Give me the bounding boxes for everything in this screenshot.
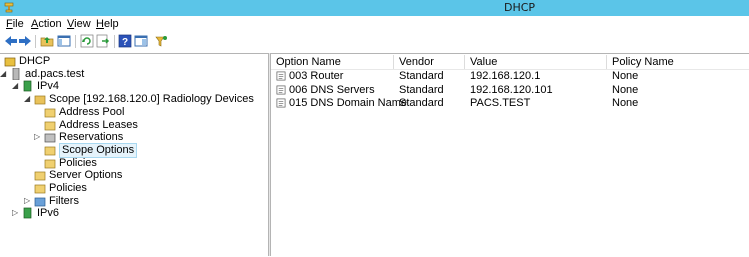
forward-arrow-icon[interactable] xyxy=(18,34,32,48)
scope-options-icon xyxy=(44,146,56,156)
column-header-vendor[interactable]: Vendor xyxy=(394,55,465,69)
column-header-policy-name[interactable]: Policy Name xyxy=(607,55,749,69)
option-icon xyxy=(276,71,286,81)
tree-item-scope-192-168-120-0-radiology-devices[interactable]: ◢ Scope [192.168.120.0] Radiology Devices xyxy=(24,93,284,106)
window-title: DHCP xyxy=(503,1,536,14)
show-hide-tree-icon[interactable] xyxy=(57,34,71,48)
ipv6-icon xyxy=(23,208,32,219)
export-list-icon[interactable] xyxy=(96,34,110,48)
filter-icon[interactable] xyxy=(154,34,168,48)
cell-option-name: 003 Router xyxy=(289,70,344,82)
table-row[interactable]: 003 Router Standard 192.168.120.1 None xyxy=(271,70,749,83)
tree-item-label: Policies xyxy=(59,156,97,169)
tree-item-label: Scope [192.168.120.0] Radiology Devices xyxy=(49,93,254,106)
cell-vendor: Standard xyxy=(399,83,444,96)
tree-item-policies[interactable]: Policies xyxy=(34,182,284,195)
menu-view[interactable]: View xyxy=(67,18,91,30)
svg-text:?: ? xyxy=(122,37,128,48)
tree-item-label: IPv6 xyxy=(37,207,60,220)
cell-policy-name: None xyxy=(612,70,639,82)
policies-icon xyxy=(44,159,56,168)
tree-item-ad-pacs-test[interactable]: ◢ ad.pacs.test xyxy=(0,67,260,81)
tree-item-label: DHCP xyxy=(19,55,51,67)
menu-help[interactable]: Help xyxy=(96,18,119,30)
cell-vendor: Standard xyxy=(399,70,444,82)
refresh-icon[interactable] xyxy=(80,34,94,48)
ipv4-icon xyxy=(23,81,32,92)
toolbar: ? xyxy=(0,32,749,52)
tree-item-server-options[interactable]: Server Options xyxy=(34,169,284,182)
tree-item-label: IPv4 xyxy=(37,80,60,93)
table-row[interactable]: 006 DNS Servers Standard 192.168.120.101 No… xyxy=(271,84,749,97)
console-tree: DHCP ◢ ad.pacs.test ◢ IPv4 ◢ Scope [192.168.12… xyxy=(0,53,268,257)
tree-item-filters[interactable]: ▷ Filters xyxy=(24,194,284,208)
policies-icon xyxy=(34,184,46,194)
tree-item-label: Policies xyxy=(49,182,87,194)
expand-toggle-icon[interactable]: ◢ xyxy=(0,69,6,78)
tree-item-ipv6[interactable]: ▷ IPv6 xyxy=(12,207,272,220)
tree-item-label: Filters xyxy=(49,194,79,207)
help-icon[interactable]: ? xyxy=(118,34,132,48)
cell-policy-name: None xyxy=(612,97,639,109)
cell-option-name: 015 DNS Domain Name xyxy=(289,97,407,109)
tree-item-policies[interactable]: Policies xyxy=(44,157,294,170)
dhcp-icon xyxy=(4,57,16,67)
cell-option-name: 006 DNS Servers xyxy=(289,83,375,96)
title-bar: DHCP xyxy=(0,0,749,16)
expand-toggle-icon[interactable]: ▷ xyxy=(34,133,40,141)
reservations-icon xyxy=(44,133,56,143)
expand-toggle-icon[interactable]: ▷ xyxy=(24,196,30,205)
folder-icon xyxy=(34,95,46,105)
menu-bar: File Action View Help xyxy=(0,16,749,32)
tree-item-address-leases[interactable]: Address Leases xyxy=(44,119,294,132)
back-arrow-icon[interactable] xyxy=(4,34,18,48)
tree-item-scope-options-selected[interactable]: Scope Options xyxy=(44,142,294,158)
tree-item-label: Address Leases xyxy=(59,118,138,131)
table-row[interactable]: 015 DNS Domain Name Standard PACS.TEST None xyxy=(271,97,749,110)
properties-pane-icon[interactable] xyxy=(134,34,148,48)
expand-toggle-icon[interactable]: ▷ xyxy=(12,209,18,217)
tree-item-label: Address Pool xyxy=(59,105,125,118)
cell-vendor: Standard xyxy=(399,97,444,109)
option-icon xyxy=(276,98,286,108)
details-list: Option Name Vendor Value Policy Name 003… xyxy=(271,53,749,257)
tree-item-dhcp[interactable]: DHCP xyxy=(4,55,254,68)
expand-toggle-icon[interactable]: ◢ xyxy=(12,82,18,90)
column-header-option-name[interactable]: Option Name xyxy=(271,55,394,69)
tree-item-address-pool[interactable]: Address Pool xyxy=(44,106,294,119)
menu-file[interactable]: File xyxy=(6,18,24,30)
filters-icon xyxy=(34,197,46,207)
server-options-icon xyxy=(34,171,46,181)
tree-item-ipv4[interactable]: ◢ IPv4 xyxy=(12,80,272,93)
server-icon xyxy=(12,67,20,80)
tree-item-label: Server Options xyxy=(49,169,123,182)
option-icon xyxy=(276,85,286,94)
cell-policy-name: None xyxy=(612,83,639,96)
cell-value: PACS.TEST xyxy=(470,97,531,109)
up-folder-icon[interactable] xyxy=(40,34,54,48)
column-header-value[interactable]: Value xyxy=(465,55,607,69)
address-leases-icon xyxy=(44,121,56,130)
address-pool-icon xyxy=(44,108,56,118)
expand-toggle-icon[interactable]: ◢ xyxy=(24,95,30,103)
menu-action[interactable]: Action xyxy=(31,18,62,30)
tree-item-label: ad.pacs.test xyxy=(25,67,85,80)
cell-value: 192.168.120.1 xyxy=(470,70,541,82)
cell-value: 192.168.120.101 xyxy=(470,83,553,96)
